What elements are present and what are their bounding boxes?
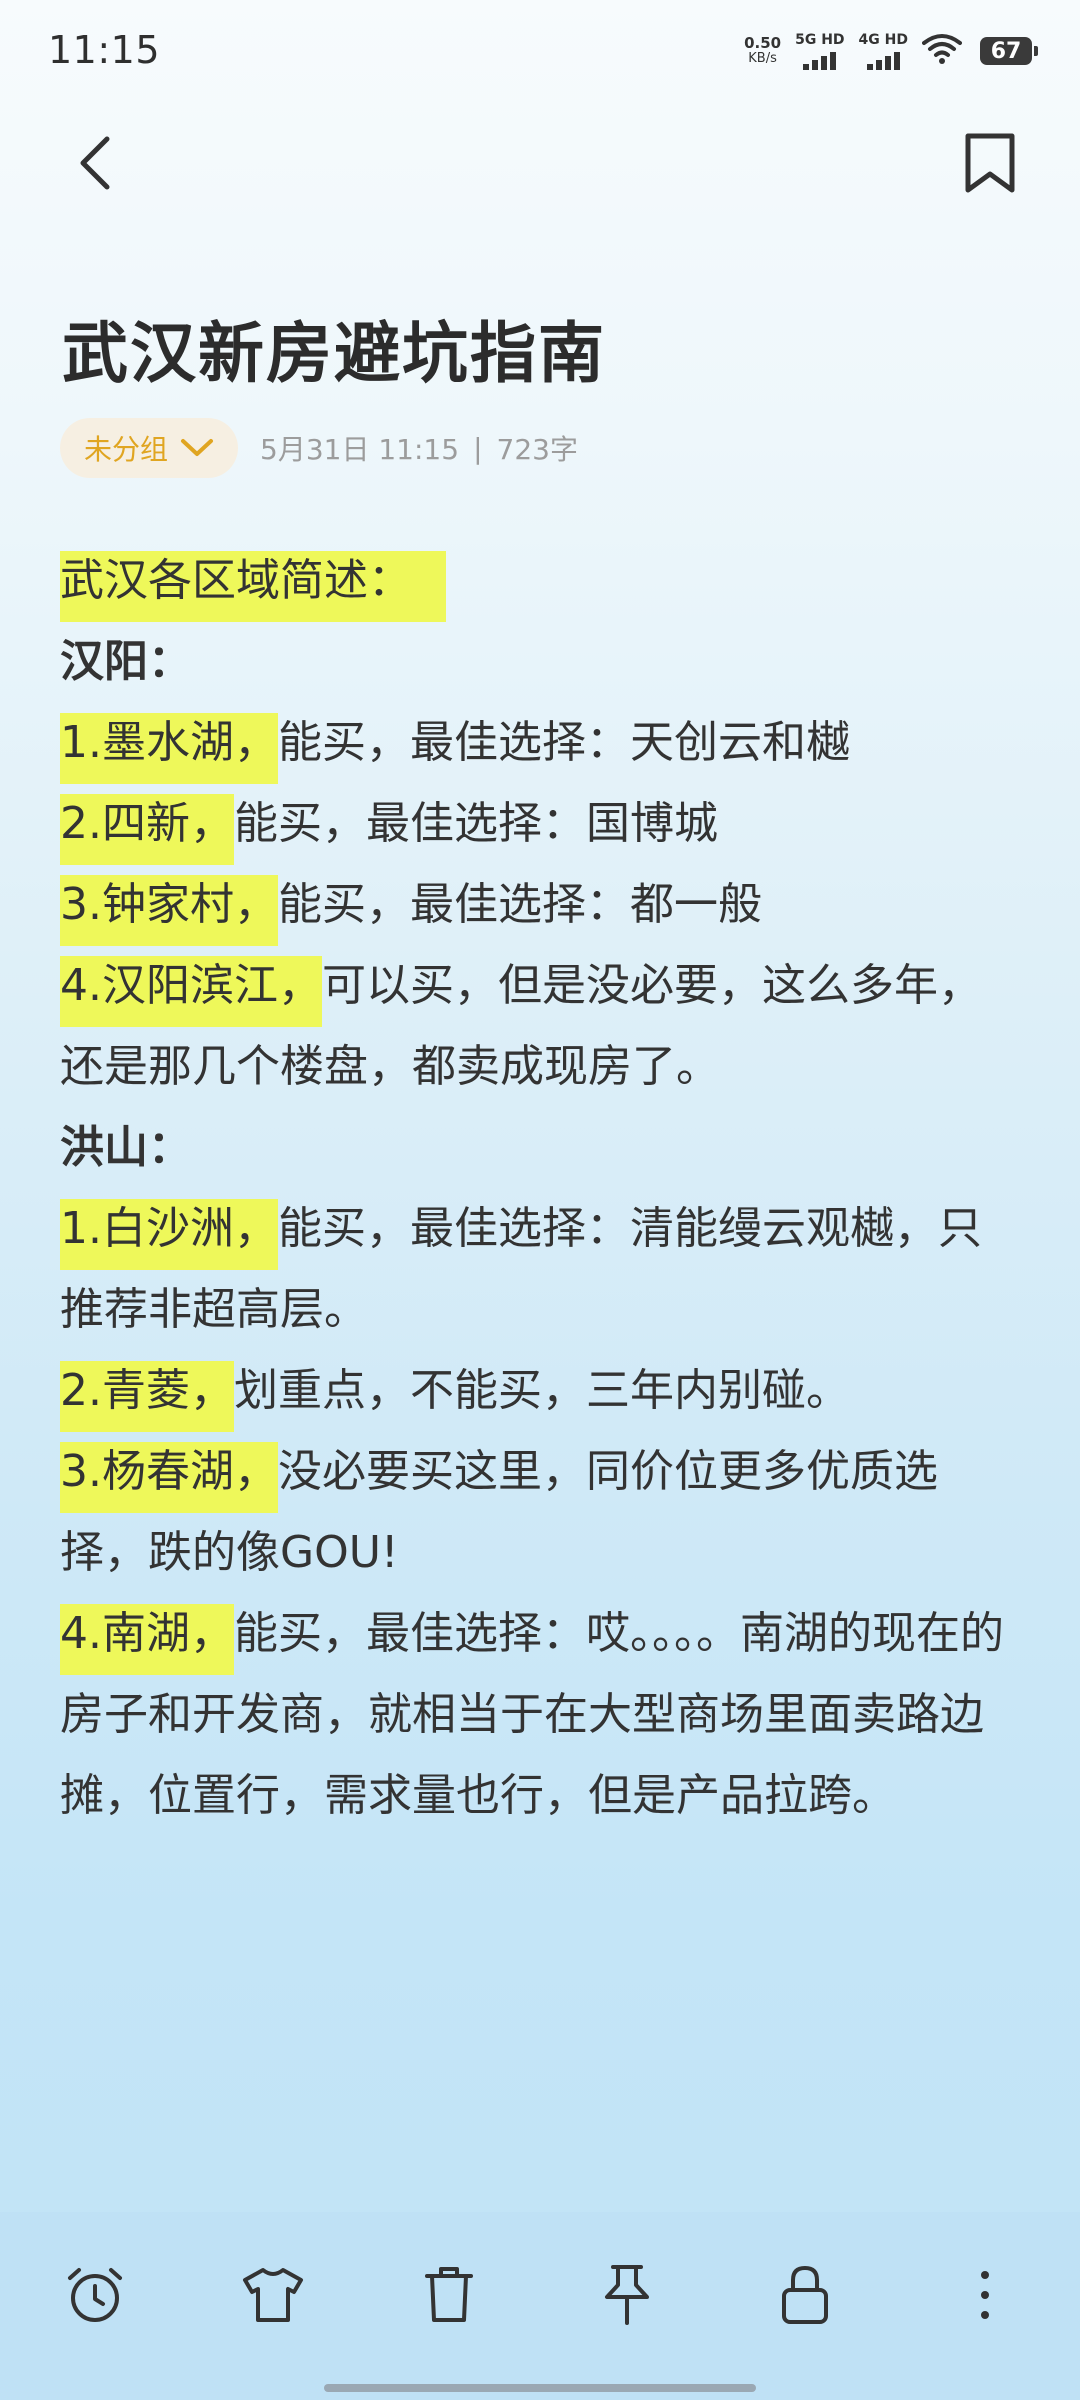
bookmark-button[interactable] xyxy=(950,120,1030,210)
lock-icon xyxy=(779,2262,831,2332)
note-info: 5月31日 11:15 | 723字 xyxy=(260,428,578,468)
highlight-text: 3.杨春湖， xyxy=(60,1442,278,1513)
list-item: 3.钟家村，能买，最佳选择：都一般 xyxy=(60,864,1020,946)
highlight-text: 2.青菱， xyxy=(60,1361,234,1432)
lock-button[interactable] xyxy=(760,2252,850,2342)
note-body[interactable]: 武汉各区域简述： 汉阳： 1.墨水湖，能买，最佳选择：天创云和樾 2.四新，能买… xyxy=(60,540,1020,1836)
highlight-text: 1.白沙洲， xyxy=(60,1199,278,1270)
theme-button[interactable] xyxy=(228,2252,318,2342)
highlight-text: 4.南湖， xyxy=(60,1604,234,1675)
alarm-clock-icon xyxy=(64,2264,126,2330)
net-speed-unit: KB/s xyxy=(748,51,777,66)
sim1-label: 5G HD xyxy=(795,32,845,48)
status-time: 11:15 xyxy=(48,28,161,72)
more-vertical-icon xyxy=(975,2267,995,2327)
highlight-text: 4.汉阳滨江， xyxy=(60,956,322,1027)
trash-icon xyxy=(421,2264,477,2330)
list-item: 3.杨春湖，没必要买这里，同价位更多优质选择，跌的像GOU! xyxy=(60,1431,1020,1593)
list-item: 4.南湖，能买，最佳选择：哎。。。。南湖的现在的房子和开发商，就相当于在大型商场… xyxy=(60,1593,1020,1836)
section-heading-hanyang: 汉阳： xyxy=(60,636,192,687)
group-label: 未分组 xyxy=(84,433,169,466)
note-meta: 未分组 5月31日 11:15 | 723字 xyxy=(60,418,578,478)
more-button[interactable] xyxy=(940,2252,1030,2342)
bookmark-icon xyxy=(962,130,1018,200)
chevron-left-icon xyxy=(75,133,115,197)
chevron-down-icon xyxy=(180,432,214,465)
pin-icon xyxy=(601,2263,653,2331)
note-date: 5月31日 11:15 xyxy=(260,433,460,466)
sim2-signal-icon: 4G HD xyxy=(859,32,908,70)
list-item: 1.墨水湖，能买，最佳选择：天创云和樾 xyxy=(60,702,1020,784)
highlight-text: 2.四新， xyxy=(60,794,234,865)
item-text: 能买，最佳选择：国博城 xyxy=(233,798,718,849)
sim2-label: 4G HD xyxy=(858,32,908,48)
back-button[interactable] xyxy=(60,120,130,210)
tshirt-icon xyxy=(241,2266,305,2328)
battery-level: 67 xyxy=(990,38,1022,64)
note-title[interactable]: 武汉新房避坑指南 xyxy=(62,300,606,396)
net-speed-value: 0.50 xyxy=(744,34,782,52)
list-item: 4.汉阳滨江，可以买，但是没必要，这么多年，还是那几个楼盘，都卖成现房了。 xyxy=(60,945,1020,1107)
top-nav xyxy=(0,110,1080,230)
home-indicator[interactable] xyxy=(324,2384,756,2392)
word-count: 723字 xyxy=(496,433,578,466)
bottom-toolbar xyxy=(0,2212,1080,2400)
list-item: 2.青菱，划重点，不能买，三年内别碰。 xyxy=(60,1350,1020,1432)
reminder-button[interactable] xyxy=(50,2252,140,2342)
item-text: 划重点，不能买，三年内别碰。 xyxy=(233,1365,850,1416)
group-selector[interactable]: 未分组 xyxy=(60,418,239,478)
status-icons: 0.50 KB/s 5G HD 4G HD 67 xyxy=(744,28,1038,74)
battery-icon: 67 xyxy=(980,37,1038,65)
item-text: 能买，最佳选择：天创云和樾 xyxy=(277,717,850,768)
highlight-text: 3.钟家村， xyxy=(60,875,278,946)
intro-line: 武汉各区域简述： xyxy=(60,540,1020,622)
item-text: 能买，最佳选择：都一般 xyxy=(277,879,762,930)
sim1-signal-icon: 5G HD xyxy=(795,32,845,70)
list-item: 1.白沙洲，能买，最佳选择：清能缦云观樾，只推荐非超高层。 xyxy=(60,1188,1020,1350)
meta-separator: | xyxy=(473,431,483,465)
delete-button[interactable] xyxy=(404,2252,494,2342)
net-speed: 0.50 KB/s xyxy=(744,35,781,67)
highlight-text: 武汉各区域简述： xyxy=(60,551,446,622)
list-item: 2.四新，能买，最佳选择：国博城 xyxy=(60,783,1020,865)
highlight-text: 1.墨水湖， xyxy=(60,713,278,784)
wifi-icon xyxy=(922,33,962,69)
pin-button[interactable] xyxy=(582,2252,672,2342)
section-heading-hongshan: 洪山： xyxy=(60,1122,192,1173)
status-bar: 11:15 0.50 KB/s 5G HD 4G HD 67 xyxy=(0,0,1080,100)
